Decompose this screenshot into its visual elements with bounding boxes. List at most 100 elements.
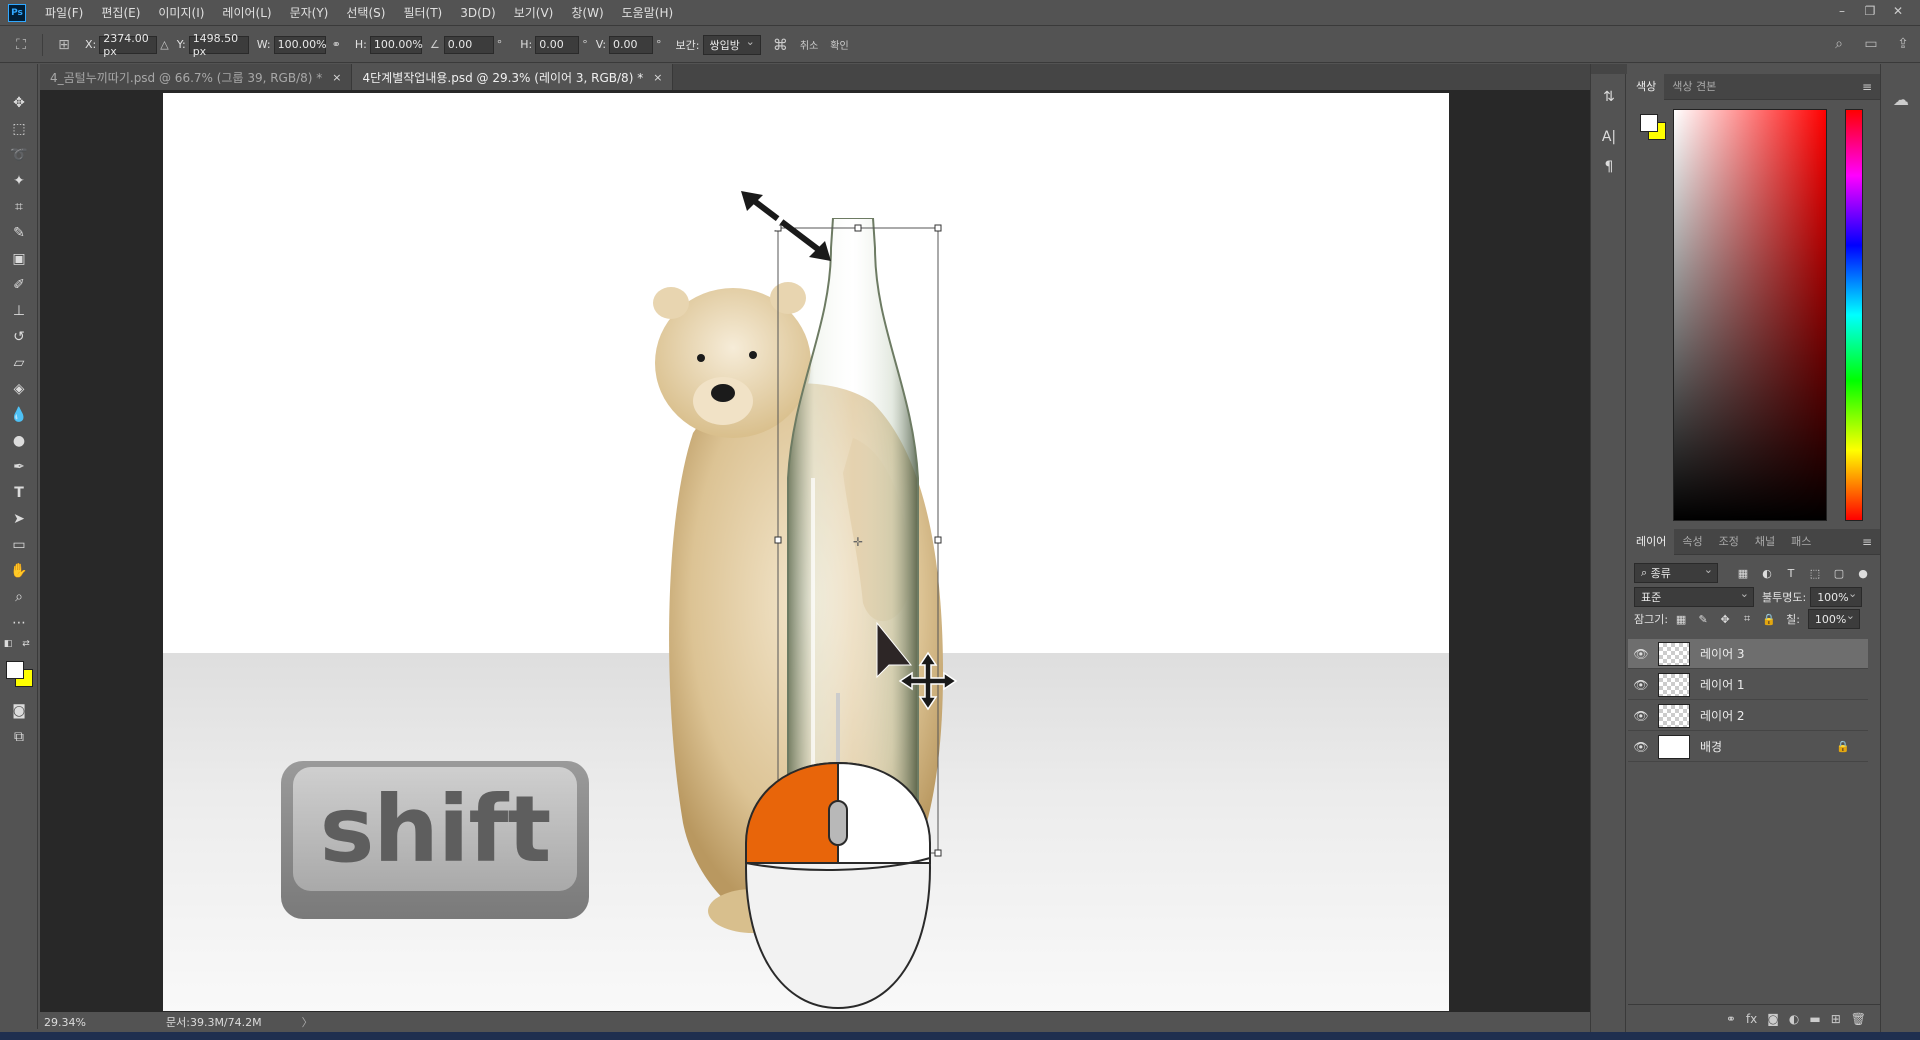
menu-help[interactable]: 도움말(H) — [613, 0, 683, 26]
menu-3d[interactable]: 3D(D) — [451, 0, 504, 26]
opacity-field[interactable]: 100% — [1810, 587, 1863, 607]
type-tool-icon[interactable]: T — [8, 482, 30, 504]
swap-colors-icon[interactable]: ⇄ — [20, 638, 32, 650]
menu-filter[interactable]: 필터(T) — [394, 0, 451, 26]
status-menu-arrow-icon[interactable]: 〉 — [302, 1014, 313, 1030]
layer-row-layer2[interactable]: 👁 레이어 2 — [1628, 701, 1868, 731]
close-tab-icon[interactable]: × — [332, 71, 341, 84]
fill-field[interactable]: 100% — [1807, 609, 1860, 629]
angle-field[interactable]: 0.00 — [443, 35, 494, 54]
zoom-level[interactable]: 29.34% — [40, 1016, 120, 1029]
filter-smart-object-icon[interactable]: ▢ — [1830, 564, 1848, 582]
delta-icon[interactable]: △ — [160, 38, 168, 51]
menu-view[interactable]: 보기(V) — [505, 0, 563, 26]
tab-document-1[interactable]: 4_곰털누끼따기.psd @ 66.7% (그룹 39, RGB/8) * × — [40, 64, 353, 90]
cancel-transform-button[interactable]: 취소 — [800, 37, 818, 52]
filter-pixel-icon[interactable]: ▦ — [1734, 564, 1752, 582]
lock-position-icon[interactable]: ✥ — [1716, 610, 1734, 628]
h-skew-field[interactable]: 0.00 — [535, 35, 580, 54]
delete-layer-icon[interactable]: 🗑 — [1851, 1012, 1866, 1026]
marquee-tool-icon[interactable]: ⬚ — [8, 118, 30, 140]
layer-row-layer1[interactable]: 👁 레이어 1 — [1628, 670, 1868, 700]
screen-mode-icon[interactable]: ⧉ — [8, 726, 30, 748]
foreground-color-swatch[interactable] — [6, 661, 24, 679]
new-adjustment-icon[interactable]: ◐ — [1789, 1012, 1799, 1026]
filter-shape-icon[interactable]: ⬚ — [1806, 564, 1824, 582]
share-icon[interactable]: ⇪ — [1892, 33, 1914, 55]
tab-layers[interactable]: 레이어 — [1628, 528, 1675, 555]
document-canvas[interactable]: ✛ shift — [163, 93, 1449, 1011]
v-skew-field[interactable]: 0.00 — [609, 35, 654, 54]
minimize-button[interactable]: – — [1828, 0, 1856, 22]
height-field[interactable]: 100.00% — [369, 35, 423, 54]
tab-color[interactable]: 색상 — [1628, 73, 1665, 100]
lock-artboard-icon[interactable]: ⌗ — [1738, 610, 1756, 628]
visibility-eye-icon[interactable]: 👁 — [1628, 740, 1654, 754]
layer-filter-select[interactable]: ⌕ 종류 — [1634, 563, 1718, 583]
dodge-tool-icon[interactable]: ● — [8, 430, 30, 452]
eyedropper-tool-icon[interactable]: ✎ — [8, 222, 30, 244]
rectangle-tool-icon[interactable]: ▭ — [8, 534, 30, 556]
color-saturation-field[interactable] — [1673, 109, 1827, 521]
default-colors-icon[interactable]: ◧ — [2, 638, 14, 650]
magic-wand-tool-icon[interactable]: ✦ — [8, 170, 30, 192]
hue-slider[interactable] — [1845, 109, 1863, 521]
tab-swatches[interactable]: 색상 견본 — [1664, 74, 1724, 100]
menu-type[interactable]: 문자(Y) — [281, 0, 338, 26]
tab-properties[interactable]: 속성 — [1674, 529, 1710, 555]
healing-brush-tool-icon[interactable]: ▣ — [8, 248, 30, 270]
panel-menu-icon[interactable]: ≡ — [1862, 80, 1872, 94]
menu-layer[interactable]: 레이어(L) — [213, 0, 280, 26]
reference-point-icon[interactable]: ⊞ — [51, 34, 77, 56]
crop-tool-icon[interactable]: ⌗ — [8, 196, 30, 218]
character-panel-icon[interactable]: A| — [1598, 126, 1620, 148]
zoom-tool-icon[interactable]: ⌕ — [8, 586, 30, 608]
warp-mode-icon[interactable]: ⌘ — [773, 36, 788, 54]
lasso-tool-icon[interactable]: ➰ — [8, 144, 30, 166]
layer-style-fx-icon[interactable]: fx — [1746, 1012, 1757, 1026]
menu-file[interactable]: 파일(F) — [36, 0, 92, 26]
panel-menu-icon[interactable]: ≡ — [1862, 535, 1872, 549]
color-panel-foreground-swatch[interactable] — [1640, 114, 1658, 132]
lock-pixels-icon[interactable]: ✎ — [1694, 610, 1712, 628]
history-panel-icon[interactable]: ⇅ — [1598, 86, 1620, 108]
canvas-area[interactable]: ✛ shift — [40, 90, 1590, 1012]
visibility-eye-icon[interactable]: 👁 — [1628, 678, 1654, 692]
close-window-button[interactable]: ✕ — [1884, 0, 1912, 22]
move-tool-icon[interactable]: ✥ — [8, 92, 30, 114]
lock-all-icon[interactable]: 🔒 — [1760, 610, 1778, 628]
close-tab-icon[interactable]: × — [653, 71, 662, 84]
visibility-eye-icon[interactable]: 👁 — [1628, 709, 1654, 723]
x-position-field[interactable]: 2374.00 px — [99, 32, 158, 58]
clone-stamp-tool-icon[interactable]: ⊥ — [8, 300, 30, 322]
creative-cloud-icon[interactable]: ☁ — [1890, 88, 1912, 110]
search-icon[interactable]: ⌕ — [1828, 33, 1850, 55]
interpolation-select[interactable]: 쌍입방 — [702, 34, 761, 55]
filter-adjustment-icon[interactable]: ◐ — [1758, 564, 1776, 582]
menu-select[interactable]: 선택(S) — [337, 0, 394, 26]
link-layers-icon[interactable]: ⚭ — [1726, 1012, 1736, 1026]
brush-tool-icon[interactable]: ✐ — [8, 274, 30, 296]
blur-tool-icon[interactable]: 💧 — [8, 404, 30, 426]
commit-transform-button[interactable]: 확인 — [830, 37, 848, 52]
width-field[interactable]: 100.00% — [273, 35, 327, 54]
filter-type-icon[interactable]: T — [1782, 564, 1800, 582]
tab-channels[interactable]: 채널 — [1747, 529, 1783, 555]
new-layer-icon[interactable]: ⊞ — [1831, 1012, 1841, 1026]
layer-row-background[interactable]: 👁 배경 🔒 — [1628, 732, 1868, 762]
tab-adjustments[interactable]: 조정 — [1711, 529, 1747, 555]
paragraph-panel-icon[interactable]: ¶ — [1598, 156, 1620, 178]
hand-tool-icon[interactable]: ✋ — [8, 560, 30, 582]
link-icon[interactable]: ⚭ — [332, 38, 341, 51]
y-position-field[interactable]: 1498.50 px — [188, 32, 249, 58]
tab-paths[interactable]: 패스 — [1783, 529, 1819, 555]
eraser-tool-icon[interactable]: ▱ — [8, 352, 30, 374]
path-selection-tool-icon[interactable]: ➤ — [8, 508, 30, 530]
blend-mode-select[interactable]: 표준 — [1634, 587, 1754, 607]
tab-document-2[interactable]: 4단계별작업내용.psd @ 29.3% (레이어 3, RGB/8) * × — [352, 64, 674, 90]
paint-bucket-tool-icon[interactable]: ◈ — [8, 378, 30, 400]
visibility-eye-icon[interactable]: 👁 — [1628, 647, 1654, 661]
history-brush-tool-icon[interactable]: ↺ — [8, 326, 30, 348]
menu-image[interactable]: 이미지(I) — [149, 0, 213, 26]
workspace-icon[interactable]: ▭ — [1860, 33, 1882, 55]
